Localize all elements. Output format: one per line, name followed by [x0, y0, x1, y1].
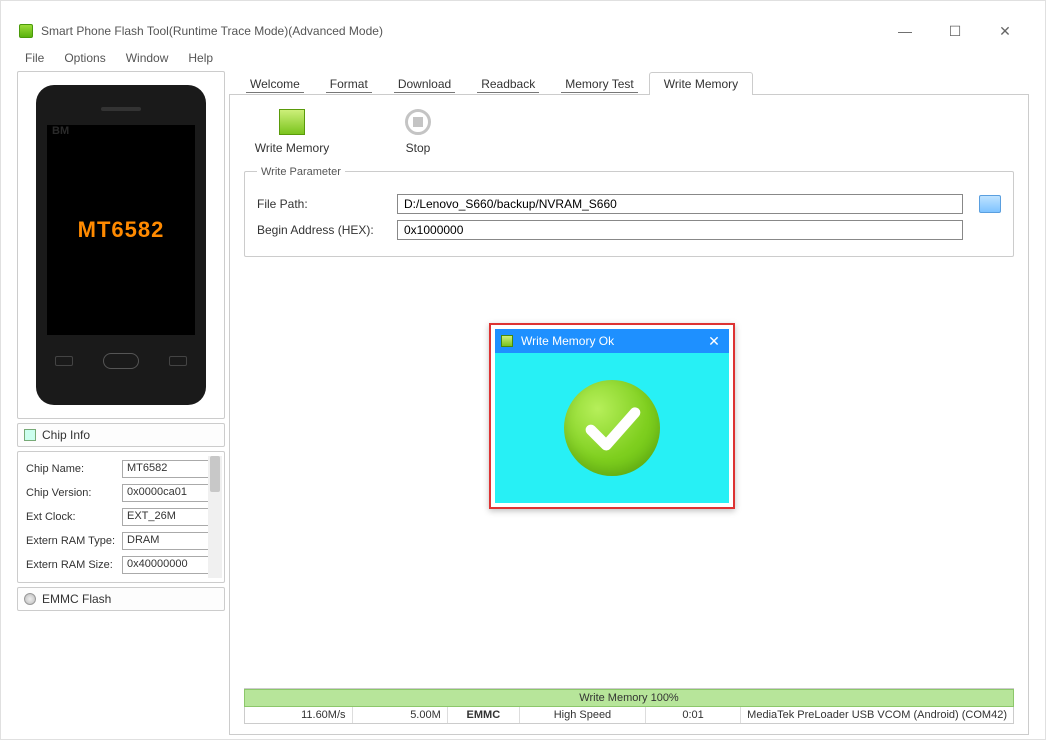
phone-menu-button	[55, 356, 73, 366]
maximize-button[interactable]: ☐	[935, 20, 975, 42]
status-time: 0:01	[646, 707, 741, 723]
progress-bar: Write Memory 100%	[244, 689, 1014, 707]
tab-bar: Welcome Format Download Readback Memory …	[229, 71, 1029, 95]
status-size: 5.00M	[353, 707, 448, 723]
tab-welcome[interactable]: Welcome	[235, 72, 315, 95]
menu-window[interactable]: Window	[118, 49, 177, 67]
dialog-title: Write Memory Ok	[521, 334, 705, 348]
write-memory-button[interactable]: Write Memory	[252, 109, 332, 155]
emmc-flash-header: EMMC Flash	[17, 587, 225, 611]
tab-write-memory[interactable]: Write Memory	[649, 72, 753, 95]
status-device: MediaTek PreLoader USB VCOM (Android) (C…	[741, 707, 1013, 723]
phone-speaker	[101, 107, 141, 111]
ext-ram-type-label: Extern RAM Type:	[26, 535, 116, 547]
chip-info-panel: Chip Name: MT6582 Chip Version: 0x0000ca…	[17, 451, 225, 583]
chip-version-label: Chip Version:	[26, 487, 116, 499]
phone-chip-label: MT6582	[78, 217, 165, 243]
phone-screen: MT6582	[47, 125, 195, 335]
status-speed: 11.60M/s	[245, 707, 353, 723]
write-memory-label: Write Memory	[255, 141, 329, 155]
close-button[interactable]: ✕	[985, 20, 1025, 42]
chip-info-header: Chip Info	[17, 423, 225, 447]
write-memory-ok-dialog: Write Memory Ok ✕	[489, 323, 735, 509]
dialog-body	[495, 353, 729, 503]
browse-folder-icon[interactable]	[979, 195, 1001, 213]
app-icon	[19, 24, 33, 38]
file-path-label: File Path:	[257, 197, 387, 211]
stop-icon	[405, 109, 431, 135]
write-parameter-group: Write Parameter File Path: Begin Address…	[244, 171, 1014, 257]
phone-home-button	[103, 353, 139, 369]
tab-format[interactable]: Format	[315, 72, 383, 95]
chip-info-scrollbar[interactable]	[208, 456, 222, 578]
write-memory-icon	[279, 109, 305, 135]
ext-clock-value: EXT_26M	[122, 508, 218, 526]
dialog-titlebar[interactable]: Write Memory Ok ✕	[495, 329, 729, 353]
app-window: Smart Phone Flash Tool(Runtime Trace Mod…	[0, 0, 1046, 740]
phone-back-button	[169, 356, 187, 366]
menu-help[interactable]: Help	[180, 49, 221, 67]
menu-file[interactable]: File	[17, 49, 52, 67]
chip-version-value: 0x0000ca01	[122, 484, 218, 502]
status-bar: Write Memory 100% 11.60M/s 5.00M EMMC Hi…	[244, 688, 1014, 724]
window-title: Smart Phone Flash Tool(Runtime Trace Mod…	[41, 24, 885, 38]
ext-clock-label: Ext Clock:	[26, 511, 116, 523]
success-check-icon	[564, 380, 660, 476]
chip-info-title: Chip Info	[42, 428, 90, 442]
menubar: File Options Window Help	[17, 45, 1029, 71]
tab-download[interactable]: Download	[383, 72, 466, 95]
dialog-app-icon	[501, 335, 513, 347]
emmc-flash-title: EMMC Flash	[42, 592, 111, 606]
minimize-button[interactable]: —	[885, 20, 925, 42]
file-path-input[interactable]	[397, 194, 963, 214]
titlebar: Smart Phone Flash Tool(Runtime Trace Mod…	[17, 17, 1029, 45]
chip-name-value: MT6582	[122, 460, 218, 478]
chip-name-label: Chip Name:	[26, 463, 116, 475]
phone-mock: BM MT6582	[36, 85, 206, 405]
status-storage: EMMC	[448, 707, 520, 723]
begin-address-label: Begin Address (HEX):	[257, 223, 387, 237]
write-parameter-legend: Write Parameter	[257, 166, 345, 178]
gear-icon	[24, 593, 36, 605]
stop-label: Stop	[406, 141, 431, 155]
phone-vendor-label: BM	[52, 125, 69, 137]
tab-memory-test[interactable]: Memory Test	[550, 72, 648, 95]
status-mode: High Speed	[520, 707, 646, 723]
begin-address-input[interactable]	[397, 220, 963, 240]
chip-icon	[24, 429, 36, 441]
ext-ram-size-label: Extern RAM Size:	[26, 559, 116, 571]
ext-ram-size-value: 0x40000000	[122, 556, 218, 574]
toolbar: Write Memory Stop	[244, 105, 1014, 169]
menu-options[interactable]: Options	[56, 49, 113, 67]
ext-ram-type-value: DRAM	[122, 532, 218, 550]
stop-button[interactable]: Stop	[378, 109, 458, 155]
tab-readback[interactable]: Readback	[466, 72, 550, 95]
device-preview-panel: BM MT6582	[17, 71, 225, 419]
dialog-close-button[interactable]: ✕	[705, 333, 723, 350]
